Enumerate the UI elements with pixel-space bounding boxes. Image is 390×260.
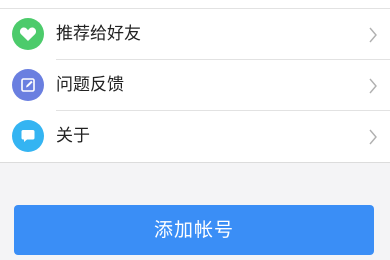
menu-item-about[interactable]: 关于: [0, 111, 390, 162]
chevron-right-icon: [369, 78, 377, 94]
chevron-right-icon: [369, 27, 377, 43]
menu-item-label: 推荐给好友: [56, 24, 141, 44]
menu-item-label: 问题反馈: [56, 75, 124, 95]
heart-icon: [12, 18, 44, 50]
add-account-button[interactable]: 添加帐号: [14, 205, 374, 255]
previous-row-edge: [0, 0, 390, 9]
chat-bubble-icon: [12, 120, 44, 152]
settings-menu: 推荐给好友 问题反馈 关于: [0, 0, 390, 163]
chevron-right-icon: [369, 129, 377, 145]
menu-item-feedback[interactable]: 问题反馈: [0, 60, 390, 111]
edit-icon: [12, 69, 44, 101]
menu-item-label: 关于: [56, 126, 90, 146]
menu-item-recommend[interactable]: 推荐给好友: [0, 9, 390, 60]
